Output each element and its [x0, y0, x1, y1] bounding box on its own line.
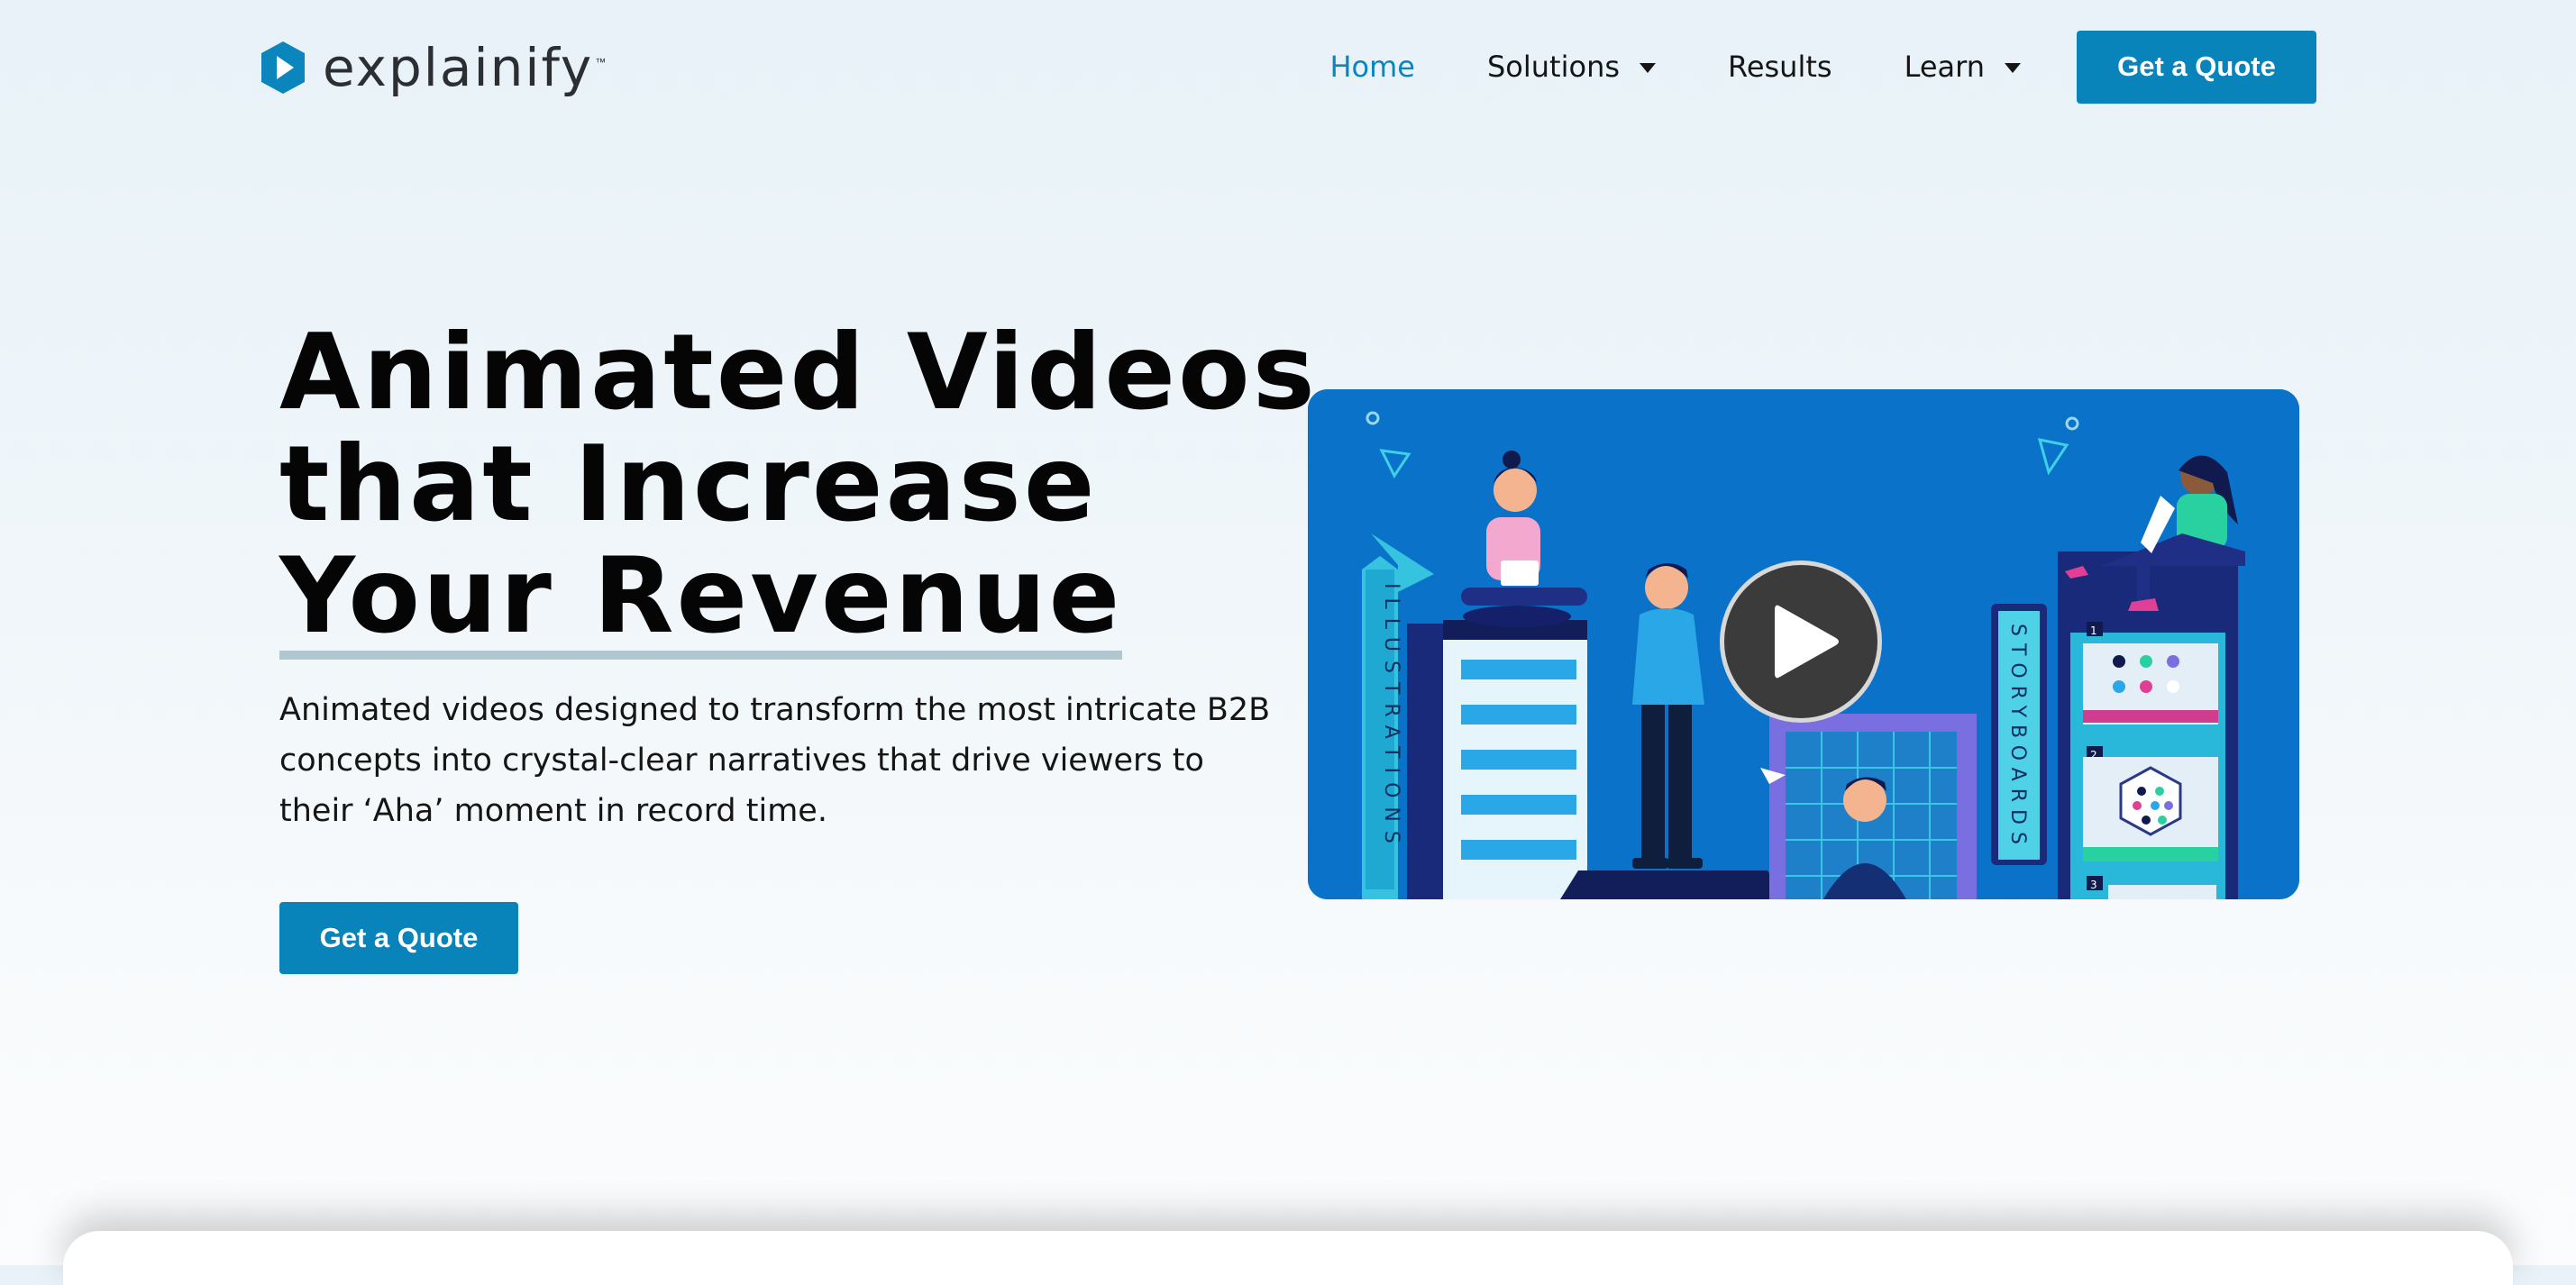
logo-trademark: ™	[595, 56, 607, 68]
hero-title-line-1: Animated Videos	[279, 312, 1318, 433]
hero-title-line-2: that Increase	[279, 424, 1098, 545]
video-play-button[interactable]	[1720, 560, 1882, 723]
nav-results[interactable]: Results	[1728, 50, 1832, 84]
chevron-down-icon	[2005, 62, 2021, 73]
next-section-edge	[63, 1231, 2513, 1285]
panel-number-3: 3	[2090, 879, 2097, 891]
nav-learn[interactable]: Learn	[1905, 50, 2021, 84]
nav-home[interactable]: Home	[1329, 50, 1415, 84]
hero-title: Animated Videos that Increase Your Reven…	[279, 312, 1318, 660]
logo[interactable]: explainify ™	[260, 36, 606, 99]
chevron-down-icon	[1640, 62, 1657, 73]
hero-title-line-3: Your Revenue	[279, 535, 1123, 660]
nav-home-label: Home	[1329, 50, 1415, 84]
hero-description: Animated videos designed to transform th…	[279, 692, 1271, 829]
nav-solutions-label: Solutions	[1486, 50, 1621, 84]
play-hexagon-icon	[261, 41, 305, 94]
play-icon	[1775, 605, 1839, 679]
site-header: explainify ™ Home Solutions Results Learn…	[0, 0, 2576, 135]
nav-learn-label: Learn	[1904, 50, 1985, 84]
nav-solutions[interactable]: Solutions	[1486, 50, 1657, 84]
logo-text: explainify	[323, 37, 594, 98]
sign-storyboards: STORYBOARDS	[2006, 624, 2029, 852]
header-get-quote-button[interactable]: Get a Quote	[2077, 30, 2316, 104]
sign-illustrations: ILLUSTRATIONS	[1380, 583, 1402, 852]
nav-results-label: Results	[1728, 50, 1832, 84]
video-thumbnail[interactable]: ILLUSTRATIONS STORYBOARDS 1 2 3	[1308, 389, 2299, 899]
panel-number-1: 1	[2090, 624, 2097, 637]
hero-get-quote-button[interactable]: Get a Quote	[279, 902, 518, 974]
main-nav: Home Solutions Results Learn Get a Quote	[1329, 30, 2316, 104]
